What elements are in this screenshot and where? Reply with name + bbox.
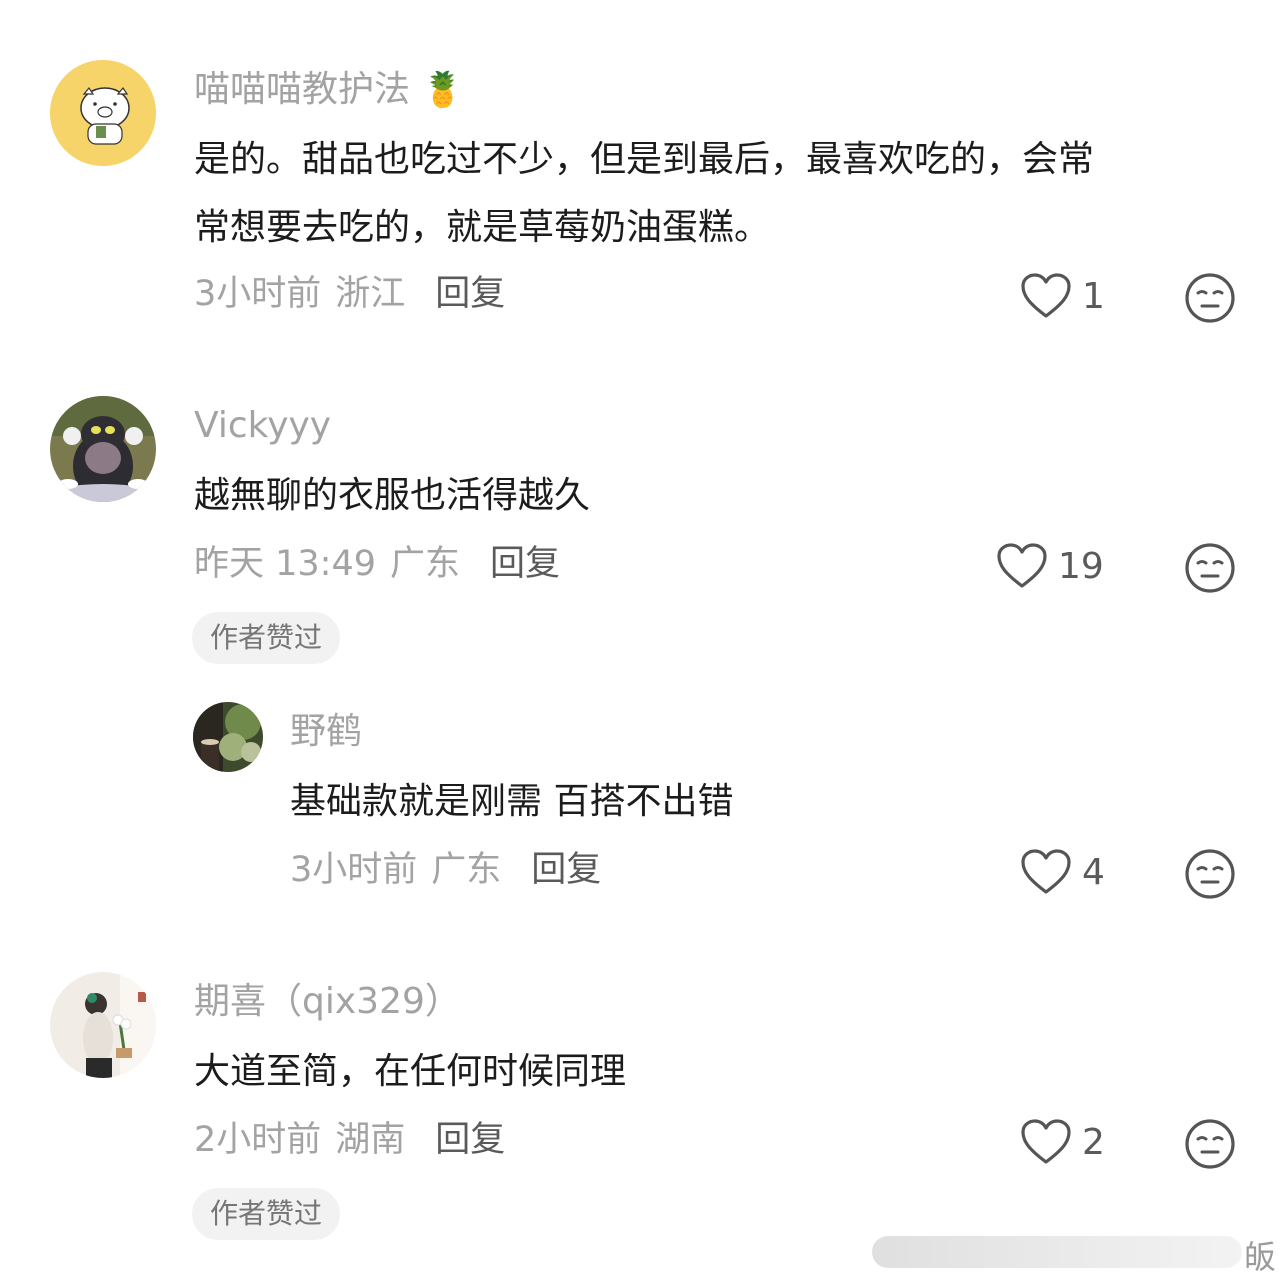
timestamp: 2小时前 <box>194 1120 322 1160</box>
dislike-button[interactable] <box>1184 1118 1236 1170</box>
photo-woman-flowers-avatar-icon <box>50 972 156 1078</box>
reply-button[interactable]: 回复 <box>435 1120 505 1160</box>
like-button[interactable]: 2 <box>1020 1116 1105 1168</box>
location: 湖南 <box>335 1120 406 1160</box>
comment-item: 期喜（qix329） 大道至简，在任何时候同理 2小时前 湖南 回复 2 作者赞过 <box>0 0 1284 1280</box>
neutral-face-icon <box>1185 1119 1235 1169</box>
watermark-bar <box>872 1236 1242 1268</box>
avatar[interactable] <box>50 972 156 1078</box>
author-liked-badge: 作者赞过 <box>192 1188 341 1240</box>
heart-icon <box>1021 1119 1071 1164</box>
like-count: 2 <box>1082 1121 1105 1163</box>
username[interactable]: 期喜（qix329） <box>194 980 461 1024</box>
watermark: 皈 <box>872 1232 1284 1276</box>
comment-meta: 2小时前 湖南 回复 <box>194 1118 505 1162</box>
watermark-text: 皈 <box>1244 1238 1277 1276</box>
comment-text[interactable]: 大道至简，在任何时候同理 <box>194 1038 1194 1106</box>
comment-text-line: 大道至简，在任何时候同理 <box>194 1051 627 1092</box>
